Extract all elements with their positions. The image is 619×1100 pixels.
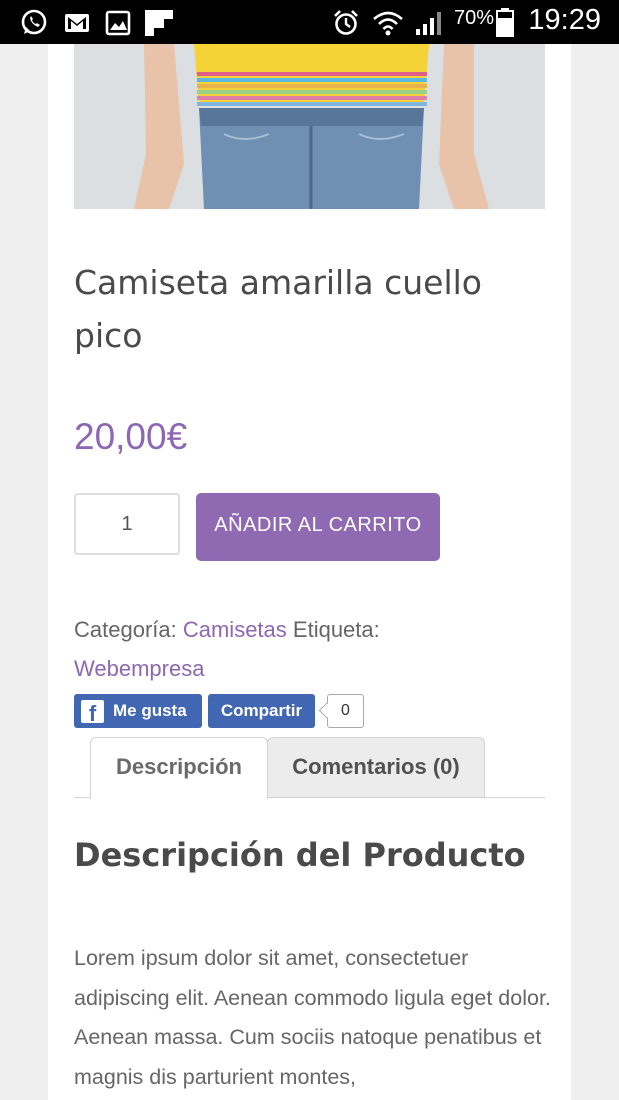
- facebook-like-button[interactable]: f Me gusta: [74, 694, 202, 728]
- alarm-icon: [332, 9, 360, 42]
- tag-label: Etiqueta:: [292, 617, 380, 642]
- description-heading: Descripción del Producto: [74, 836, 526, 874]
- product-meta: Categoría: Camisetas Etiqueta: Webempres…: [74, 610, 544, 688]
- battery-percent: 70%: [454, 7, 495, 29]
- product-price: 20,00€: [74, 416, 188, 457]
- product-image[interactable]: [74, 44, 545, 209]
- share-count: 0: [327, 694, 364, 728]
- status-bar: 70% 19:29: [0, 0, 619, 44]
- add-to-cart-button[interactable]: AÑADIR AL CARRITO: [196, 493, 440, 561]
- gmail-icon: [63, 9, 91, 42]
- flipboard-icon: [144, 9, 174, 42]
- facebook-share-button[interactable]: Compartir: [208, 694, 315, 728]
- description-text: Lorem ipsum dolor sit amet, consectetuer…: [74, 946, 551, 1089]
- facebook-icon: f: [81, 700, 104, 723]
- gallery-icon: [104, 9, 132, 42]
- like-label: Me gusta: [113, 701, 187, 720]
- tab-comments[interactable]: Comentarios (0): [267, 737, 485, 797]
- category-label: Categoría:: [74, 617, 177, 642]
- product-card: Camiseta amarilla cuello pico 20,00€ 1 A…: [48, 44, 571, 1100]
- category-link[interactable]: Camisetas: [183, 617, 287, 642]
- tab-description[interactable]: Descripción: [90, 737, 268, 799]
- wifi-icon: [372, 9, 404, 42]
- clock: 19:29: [528, 4, 601, 36]
- whatsapp-icon: [20, 9, 48, 42]
- signal-icon: [414, 9, 444, 42]
- tag-link[interactable]: Webempresa: [74, 656, 204, 681]
- quantity-input[interactable]: 1: [74, 493, 180, 555]
- battery-icon: [496, 7, 514, 42]
- product-title: Camiseta amarilla cuello pico: [74, 263, 482, 355]
